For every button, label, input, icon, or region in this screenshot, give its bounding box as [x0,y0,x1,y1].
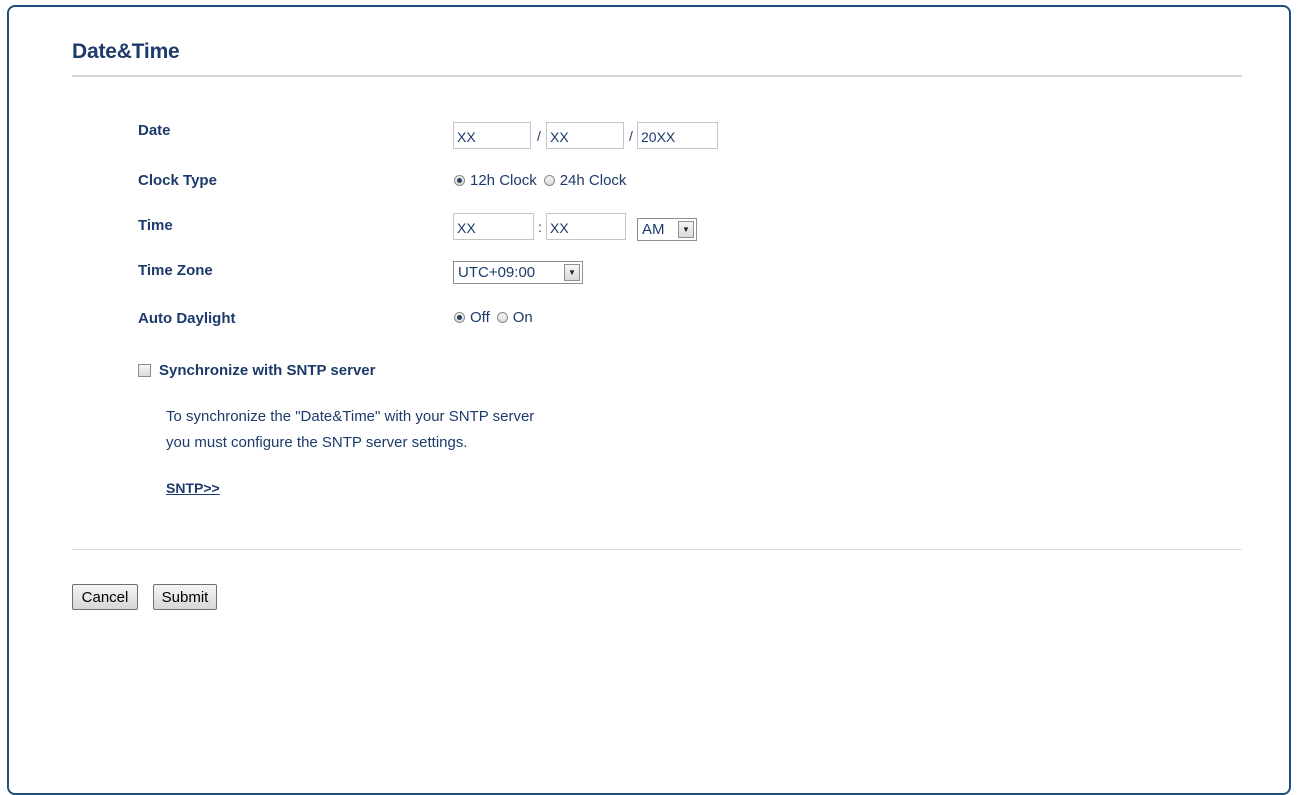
month-input[interactable]: XX [453,122,531,149]
radio-unchecked-icon[interactable] [543,175,555,186]
time-separator: : [538,219,542,235]
daylight-on-label[interactable]: On [513,309,533,326]
clock-12h-label[interactable]: 12h Clock [470,172,537,189]
minute-input[interactable]: XX [546,213,626,240]
date-label: Date [138,122,171,139]
chevron-down-icon[interactable]: ▼ [678,221,694,238]
submit-button[interactable]: Submit [153,584,217,610]
radio-checked-icon[interactable] [454,312,465,323]
year-input[interactable]: 20XX [637,122,718,149]
hour-input[interactable]: XX [453,213,534,240]
cancel-button[interactable]: Cancel [72,584,138,610]
date-separator: / [629,128,633,144]
radio-checked-icon[interactable] [454,175,465,186]
ampm-select[interactable]: AM ▼ [637,218,697,241]
checkbox-unchecked-icon[interactable] [138,364,151,377]
radio-unchecked-icon[interactable] [496,312,508,323]
clock-24h-label[interactable]: 24h Clock [560,172,627,189]
page-title: Date&Time [72,40,180,63]
footer-divider [72,549,1242,550]
time-zone-label: Time Zone [138,262,213,279]
auto-daylight-label: Auto Daylight [138,310,236,327]
title-divider [72,75,1242,77]
clock-type-radio-group: 12h Clock 24h Clock [454,172,633,189]
time-zone-value: UTC+09:00 [458,264,536,281]
ampm-value: AM [642,221,665,238]
sntp-link[interactable]: SNTP>> [166,480,220,496]
time-label: Time [138,217,173,234]
day-input[interactable]: XX [546,122,624,149]
time-zone-select[interactable]: UTC+09:00 ▼ [453,261,583,284]
sntp-checkbox-label[interactable]: Synchronize with SNTP server [159,362,375,379]
auto-daylight-radio-group: Off On [454,309,540,326]
daylight-off-label[interactable]: Off [470,309,490,326]
sntp-info-line1: To synchronize the "Date&Time" with your… [166,408,535,425]
chevron-down-icon[interactable]: ▼ [564,264,580,281]
date-separator: / [537,128,541,144]
clock-type-label: Clock Type [138,172,217,189]
sntp-info-line2: you must configure the SNTP server setti… [166,434,468,451]
sntp-checkbox-row[interactable]: Synchronize with SNTP server [138,362,375,379]
